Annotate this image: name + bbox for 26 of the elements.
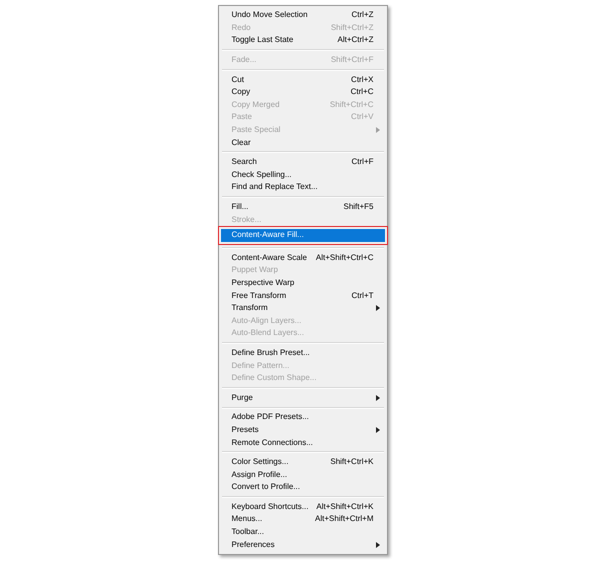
menu-item[interactable]: Presets [220,424,384,436]
menu-item[interactable]: Free Transform Ctrl+T [220,289,384,302]
menu-item[interactable]: Perspective Warp [220,276,384,290]
menu-item[interactable]: Find and Replace Text... [220,181,384,194]
menu-item[interactable]: Transform [220,302,384,314]
menu-item[interactable]: Undo Move Selection Ctrl+Z [220,9,384,22]
menu-item[interactable]: Keyboard Shortcuts... Alt+Shift+Ctrl+K [220,500,384,514]
menu-item[interactable]: Menus... Alt+Shift+Ctrl+M [220,513,384,526]
menu-item[interactable]: Preferences [220,538,384,551]
menu-item[interactable]: Assign Profile... [220,468,384,481]
menu-item[interactable]: Fill... Shift+F5 [220,200,384,214]
menu-item[interactable]: Convert to Profile... [220,481,384,494]
menu-item[interactable]: Content-Aware Scale Alt+Shift+Ctrl+C [220,252,384,264]
menu-item[interactable]: Check Spelling... [220,168,384,182]
menu-item[interactable]: Adobe PDF Presets... [220,411,384,424]
menu-item[interactable]: Copy Ctrl+C [220,86,384,99]
menu-item[interactable]: Remote Connections... [220,436,384,449]
menu-item[interactable]: Toolbar... [220,526,384,538]
menu-item[interactable]: Color Settings... Shift+Ctrl+K [220,456,384,468]
menu-item[interactable]: Clear [220,136,384,149]
menu-item[interactable]: Define Brush Preset... [220,346,384,360]
menu-item[interactable]: Search Ctrl+F [220,156,384,169]
menu-item[interactable]: Cut Ctrl+X [220,73,384,86]
menu-item[interactable]: Content-Aware Fill... [220,228,384,242]
menu-item[interactable]: Purge [220,391,384,404]
menu-item[interactable]: Toggle Last State Alt+Ctrl+Z [220,34,384,47]
